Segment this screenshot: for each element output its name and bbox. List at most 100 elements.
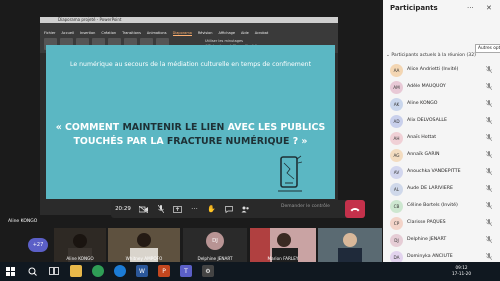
chat-icon[interactable] bbox=[220, 202, 237, 216]
participant-name: Adèle MAUQUOY bbox=[407, 84, 446, 89]
participant-name: Aline KONGO bbox=[407, 101, 438, 106]
share-icon[interactable] bbox=[169, 202, 186, 216]
headline-text: AVEC LES PUBLICS bbox=[224, 122, 326, 133]
presentation-slide: Le numérique au secours de la médiation … bbox=[46, 45, 335, 199]
headline-highlight: FRACTURE NUMÉRIQUE bbox=[166, 136, 290, 147]
participant-name: Dominyka ANCIUTE bbox=[407, 254, 453, 259]
participants-section-header[interactable]: ⌄ Participants actuels à la réunion (32) bbox=[386, 53, 476, 58]
ribbon-menu: Fichier Accueil Insertion Création Transitio… bbox=[44, 30, 268, 36]
avatar: CP bbox=[390, 217, 403, 230]
participant-name: Aude DE LARIVIERE bbox=[407, 186, 453, 191]
chrome-icon[interactable] bbox=[92, 265, 104, 277]
participant-name: Anouchka VANDEPITTE bbox=[407, 169, 461, 174]
participants-icon[interactable] bbox=[237, 202, 254, 216]
slide-subtitle: Le numérique au secours de la médiation … bbox=[69, 61, 311, 68]
video-gallery: +27 Aline KONGO Whitney AMPOFO DJ Delphi… bbox=[0, 228, 383, 262]
video-tile[interactable]: Marion FARLEY bbox=[250, 228, 316, 262]
windows-icon[interactable] bbox=[4, 265, 16, 277]
participant-row[interactable]: AM Adèle MAUQUOY bbox=[383, 79, 500, 96]
call-timer: 20:29 bbox=[115, 206, 131, 212]
phone-hangup-icon bbox=[350, 207, 360, 211]
task-view-icon[interactable] bbox=[48, 265, 60, 277]
phone-illustration-icon bbox=[278, 155, 302, 192]
ribbon-tab[interactable]: Fichier bbox=[44, 30, 55, 36]
call-control-bar: 20:29 ··· ✋ Demander le contrôle bbox=[111, 200, 365, 218]
muted-mic-icon bbox=[485, 82, 493, 92]
tile-name: Whitney AMPOFO bbox=[125, 256, 163, 261]
muted-mic-icon bbox=[485, 252, 493, 262]
participant-name: Céline Bortels (Invité) bbox=[407, 203, 458, 208]
avatar: AV bbox=[390, 166, 403, 179]
participant-row[interactable]: CB Céline Bortels (Invité) bbox=[383, 198, 500, 215]
participants-list: AA Alice Andrietti (Invité) AM Adèle MAUQUO… bbox=[383, 62, 500, 266]
avatar: AH bbox=[390, 132, 403, 145]
system-clock[interactable]: 09:12 17-11-20 bbox=[452, 265, 471, 277]
meeting-stage: Diaporama projeté - PowerPoint Fichier Ac… bbox=[0, 0, 383, 262]
avatar: AM bbox=[390, 81, 403, 94]
tile-name: Delphine JENART bbox=[197, 256, 233, 261]
participant-name: Delphine JENART bbox=[407, 237, 447, 242]
word-icon[interactable]: W bbox=[136, 265, 148, 277]
presenter-label: Aline KONGO bbox=[8, 219, 38, 224]
ribbon-tab[interactable]: Insertion bbox=[80, 30, 95, 36]
video-tile[interactable] bbox=[318, 228, 382, 262]
muted-mic-icon bbox=[485, 201, 493, 211]
teams-icon[interactable]: T bbox=[180, 265, 192, 277]
avatar: AL bbox=[390, 183, 403, 196]
avatar: AD bbox=[390, 115, 403, 128]
participant-name: Alice Andrietti (Invité) bbox=[407, 67, 459, 72]
muted-mic-icon bbox=[485, 116, 493, 126]
participant-name: Alix DELVOSALLE bbox=[407, 118, 448, 123]
explorer-icon[interactable] bbox=[70, 265, 82, 277]
search-icon[interactable] bbox=[26, 265, 38, 277]
participant-row[interactable]: AD Alix DELVOSALLE bbox=[383, 113, 500, 130]
ribbon-tab[interactable]: Transitions bbox=[122, 30, 141, 36]
headline-highlight: MAINTENIR LE LIEN bbox=[122, 122, 225, 133]
slide-headline: « COMMENT MAINTENIR LE LIEN AVEC LES PUB… bbox=[46, 121, 335, 149]
video-tile[interactable]: DJ Delphine JENART bbox=[183, 228, 247, 262]
mic-icon[interactable] bbox=[152, 202, 169, 216]
ribbon-tab[interactable]: Accueil bbox=[61, 30, 74, 36]
participant-name: Clarisse PAQUES bbox=[407, 220, 446, 225]
headline-text: « COMMENT bbox=[55, 122, 123, 133]
participant-row[interactable]: AK Aline KONGO bbox=[383, 96, 500, 113]
ribbon-tab[interactable]: Révision bbox=[198, 30, 213, 36]
overflow-participants-badge[interactable]: +27 bbox=[28, 238, 48, 252]
tooltip: Autres options bbox=[475, 44, 500, 53]
participant-row[interactable]: AH Anaïs Hottat bbox=[383, 130, 500, 147]
participant-name: Anaïs Hottat bbox=[407, 135, 437, 140]
ribbon-tab[interactable]: Création bbox=[101, 30, 116, 36]
close-icon[interactable]: ✕ bbox=[486, 4, 492, 12]
settings-icon[interactable]: ⚙ bbox=[202, 265, 214, 277]
participant-row[interactable]: AV Anouchka VANDEPITTE bbox=[383, 164, 500, 181]
ribbon-tab[interactable]: Aide bbox=[241, 30, 249, 36]
raise-hand-icon[interactable]: ✋ bbox=[203, 202, 220, 216]
tile-name: Marion FARLEY bbox=[267, 256, 299, 261]
request-control-button[interactable]: Demander le contrôle bbox=[281, 204, 330, 209]
ribbon-tab[interactable]: Acrobat bbox=[255, 30, 269, 36]
headline-text: TOUCHÉS PAR LA bbox=[73, 136, 167, 147]
participant-row[interactable]: DJ Delphine JENART bbox=[383, 232, 500, 249]
muted-mic-icon bbox=[485, 133, 493, 143]
more-options-icon[interactable]: ··· bbox=[467, 4, 474, 12]
participant-row[interactable]: AA Alice Andrietti (Invité) bbox=[383, 62, 500, 79]
camera-icon[interactable] bbox=[135, 202, 152, 216]
powerpoint-icon[interactable]: P bbox=[158, 265, 170, 277]
avatar: AA bbox=[390, 64, 403, 77]
muted-mic-icon bbox=[485, 167, 493, 177]
ribbon-tab[interactable]: Diaporama bbox=[172, 30, 192, 36]
participant-row[interactable]: AG Annaïk GARIN bbox=[383, 147, 500, 164]
hang-up-button[interactable] bbox=[345, 200, 365, 218]
participant-row[interactable]: CP Clarisse PAQUES bbox=[383, 215, 500, 232]
edge-icon[interactable] bbox=[114, 265, 126, 277]
participants-panel: Participants ··· ✕ Autres options ⌄ Part… bbox=[383, 0, 500, 264]
windows-taskbar: W P T ⚙ 09:12 17-11-20 bbox=[0, 262, 500, 281]
video-tile[interactable]: Aline KONGO bbox=[54, 228, 106, 262]
avatar: AK bbox=[390, 98, 403, 111]
more-icon[interactable]: ··· bbox=[186, 202, 203, 216]
ribbon-tab[interactable]: Affichage bbox=[219, 30, 235, 36]
muted-mic-icon bbox=[485, 150, 493, 160]
video-tile[interactable]: Whitney AMPOFO bbox=[108, 228, 180, 262]
participant-row[interactable]: AL Aude DE LARIVIERE bbox=[383, 181, 500, 198]
ribbon-tab[interactable]: Animations bbox=[147, 30, 167, 36]
